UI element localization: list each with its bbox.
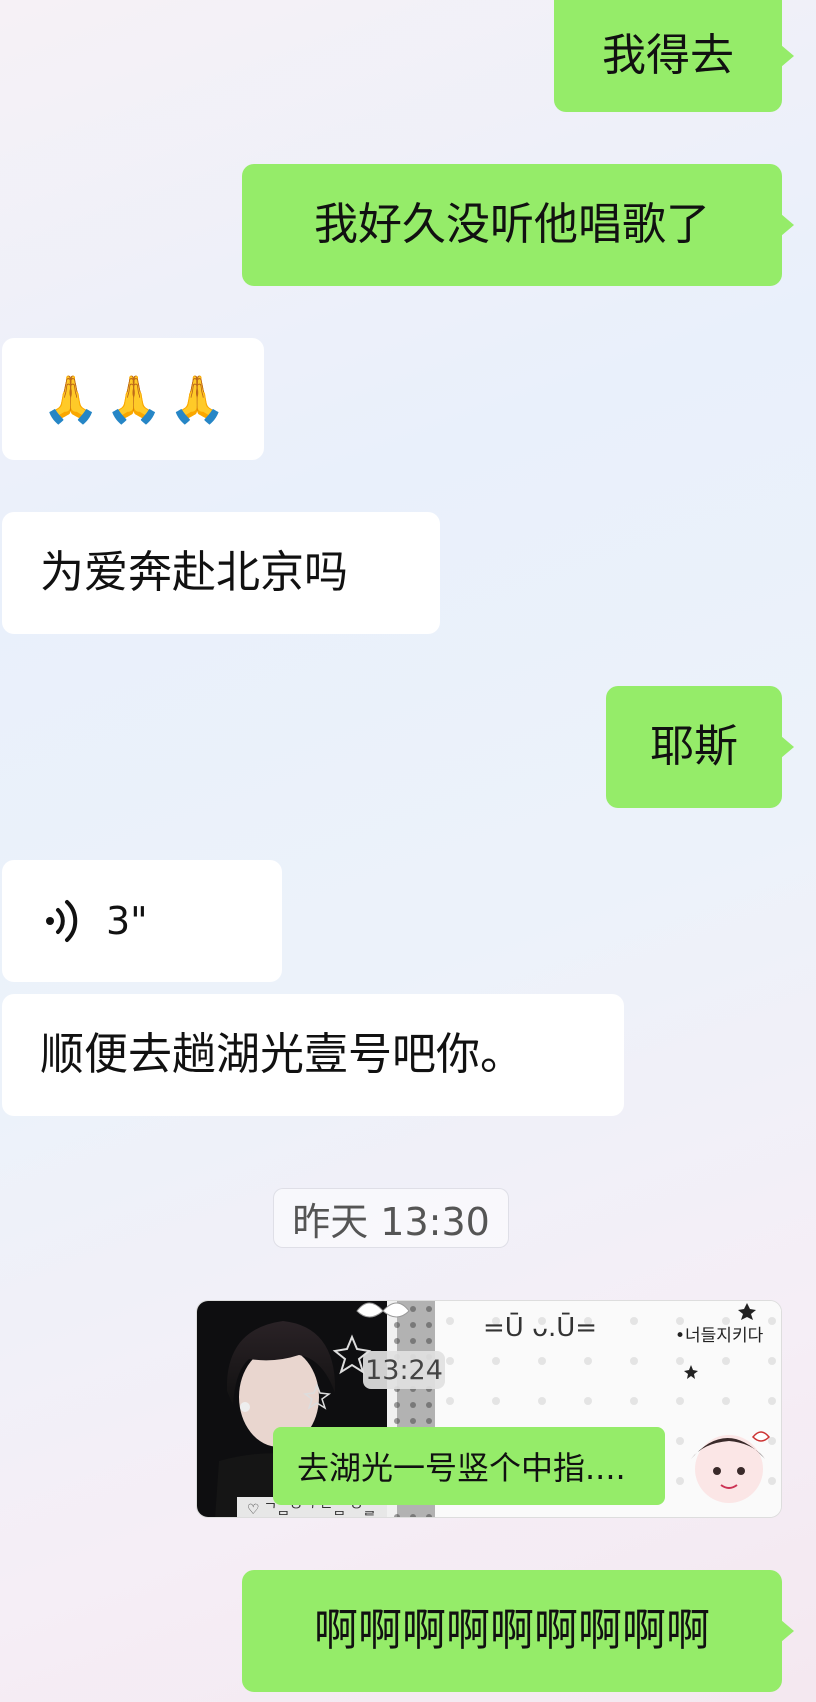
inner-time-text: 13:24 (365, 1354, 443, 1386)
message-bubble-outgoing[interactable]: 啊啊啊啊啊啊啊啊啊 (242, 1570, 794, 1692)
voice-wave-icon (46, 900, 78, 942)
inner-time-badge: 13:24 (363, 1351, 445, 1389)
message-text: 我得去 (602, 30, 734, 81)
image-message[interactable]: ♡ ᄀᆷᄋᄀ ᄂᆷ ᄋᆯ =Ū ᴗ.Ū= •너들지키다 13:24 去湖光一号竖… (196, 1300, 782, 1518)
message-bubble-incoming[interactable]: 顺便去趟湖光壹号吧你。 (2, 994, 624, 1116)
message-text: 为爱奔赴北京吗 (40, 547, 348, 598)
message-text: 啊啊啊啊啊啊啊啊啊 (314, 1605, 710, 1656)
timestamp-divider: 昨天 13:30 (273, 1188, 509, 1248)
sticker-top-text: =Ū ᴗ.Ū= (483, 1313, 598, 1343)
voice-duration: 3" (106, 899, 148, 943)
message-text: 顺便去趟湖光壹号吧你。 (40, 1029, 524, 1080)
message-text: 耶斯 (650, 721, 738, 772)
message-text: 我好久没听他唱歌了 (314, 199, 710, 250)
inner-caption-text: 去湖光一号竖个中指.... (297, 1449, 626, 1487)
message-bubble-outgoing[interactable]: 耶斯 (606, 686, 794, 808)
inner-caption-bubble: 去湖光一号竖个中指.... (273, 1427, 665, 1505)
message-bubble-outgoing[interactable]: 我得去 (554, 0, 794, 112)
message-bubble-incoming[interactable]: 为爱奔赴北京吗 (2, 512, 440, 634)
sticker-korean-text: •너들지키다 (675, 1326, 764, 1346)
voice-message-bubble[interactable]: 3" (2, 860, 282, 982)
message-bubble-outgoing[interactable]: 我好久没听他唱歌了 (242, 164, 794, 286)
pray-emoji: 🙏🙏🙏 (42, 372, 232, 426)
message-bubble-incoming[interactable]: 🙏🙏🙏 (2, 338, 264, 460)
